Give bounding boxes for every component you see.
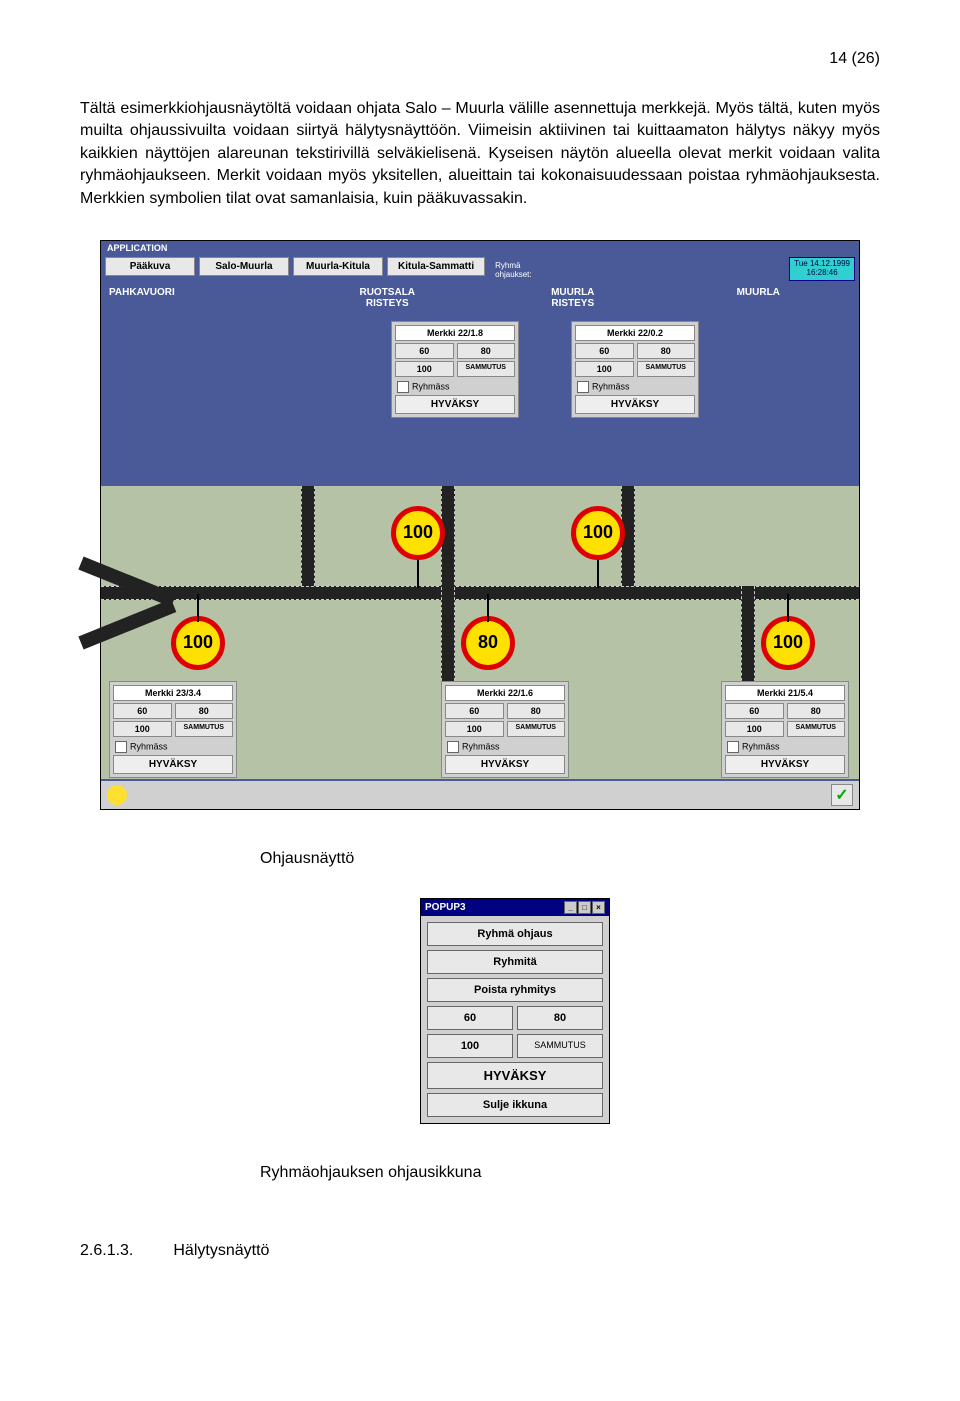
panel-21-5-4: Merkki 21/5.4 6080 100SAMMUTUS Ryhmäss H…	[721, 681, 849, 778]
intersection-road	[441, 486, 455, 696]
panel-23-3-4: Merkki 23/3.4 6080 100SAMMUTUS Ryhmäss H…	[109, 681, 237, 778]
btn-100[interactable]: 100	[725, 721, 784, 737]
panel-22-1-6: Merkki 22/1.6 6080 100SAMMUTUS Ryhmäss H…	[441, 681, 569, 778]
panel-title: Merkki 22/0.2	[575, 325, 695, 341]
section-title: Hälytysnäyttö	[173, 1242, 269, 1260]
loc-pahkavuori: PAHKAVUORI	[109, 287, 295, 309]
btn-hyvaksy[interactable]: HYVÄKSY	[575, 395, 695, 414]
btn-hyvaksy[interactable]: HYVÄKSY	[427, 1062, 603, 1089]
sign-pole	[417, 560, 419, 588]
smiley-icon[interactable]	[107, 785, 127, 805]
app-screenshot: APPLICATION Pääkuva Salo-Muurla Muurla-K…	[100, 240, 860, 810]
panel-title: Merkki 21/5.4	[725, 685, 845, 701]
tab-kitula-sammatti[interactable]: Kitula-Sammatti	[387, 257, 485, 276]
btn-sammutus[interactable]: SAMMUTUS	[637, 361, 696, 377]
btn-100[interactable]: 100	[113, 721, 172, 737]
btn-100[interactable]: 100	[427, 1034, 513, 1058]
sign-pole	[197, 594, 199, 622]
btn-80[interactable]: 80	[457, 343, 516, 359]
body-paragraph: Tältä esimerkkiohjausnäytöltä voidaan oh…	[80, 98, 880, 210]
btn-80[interactable]: 80	[787, 703, 846, 719]
section-number: 2.6.1.3.	[80, 1242, 133, 1260]
diagonal-road	[78, 599, 176, 649]
popup-titlebar: POPUP3 _ □ ×	[421, 899, 609, 916]
panel-title: Merkki 22/1.8	[395, 325, 515, 341]
btn-100[interactable]: 100	[395, 361, 454, 377]
btn-sammutus[interactable]: SAMMUTUS	[457, 361, 516, 377]
btn-60[interactable]: 60	[427, 1006, 513, 1030]
minimize-icon[interactable]: _	[564, 901, 577, 914]
btn-sulje-ikkuna[interactable]: Sulje ikkuna	[427, 1093, 603, 1117]
tab-salo-muurla[interactable]: Salo-Muurla	[199, 257, 289, 276]
btn-ryhma-ohjaus[interactable]: Ryhmä ohjaus	[427, 922, 603, 946]
btn-sammutus[interactable]: SAMMUTUS	[517, 1034, 603, 1058]
btn-sammutus[interactable]: SAMMUTUS	[175, 721, 234, 737]
status-bar: ✓	[101, 781, 859, 809]
panel-title: Merkki 23/3.4	[113, 685, 233, 701]
btn-80[interactable]: 80	[175, 703, 234, 719]
checkbox-ryhmass[interactable]: Ryhmäss	[575, 379, 695, 395]
speed-sign: 100	[391, 506, 445, 560]
btn-60[interactable]: 60	[395, 343, 454, 359]
checkbox-ryhmass[interactable]: Ryhmäss	[445, 739, 565, 755]
checkbox-ryhmass[interactable]: Ryhmäss	[725, 739, 845, 755]
btn-100[interactable]: 100	[575, 361, 634, 377]
btn-80[interactable]: 80	[637, 343, 696, 359]
loc-muurla: MUURLA	[666, 287, 852, 309]
btn-80[interactable]: 80	[507, 703, 566, 719]
btn-60[interactable]: 60	[113, 703, 172, 719]
loc-ruotsala: RUOTSALA RISTEYS	[295, 287, 481, 309]
btn-60[interactable]: 60	[575, 343, 634, 359]
loc-muurla-risteys: MUURLA RISTEYS	[480, 287, 666, 309]
ryhma-label: Ryhmä ohjaukset:	[489, 257, 537, 279]
close-icon[interactable]: ×	[592, 901, 605, 914]
btn-60[interactable]: 60	[445, 703, 504, 719]
speed-sign: 100	[761, 616, 815, 670]
page-number: 14 (26)	[80, 50, 880, 68]
intersection-road	[301, 486, 315, 586]
caption-ohjausnaytto: Ohjausnäyttö	[260, 850, 880, 868]
popup-window: POPUP3 _ □ × Ryhmä ohjaus Ryhmitä Poista…	[420, 898, 610, 1124]
btn-sammutus[interactable]: SAMMUTUS	[507, 721, 566, 737]
btn-hyvaksy[interactable]: HYVÄKSY	[445, 755, 565, 774]
panel-22-1-8: Merkki 22/1.8 6080 100SAMMUTUS Ryhmäss H…	[391, 321, 519, 418]
btn-hyvaksy[interactable]: HYVÄKSY	[395, 395, 515, 414]
sign-pole	[597, 560, 599, 588]
btn-60[interactable]: 60	[725, 703, 784, 719]
tab-paakuva[interactable]: Pääkuva	[105, 257, 195, 276]
btn-100[interactable]: 100	[445, 721, 504, 737]
btn-ryhmita[interactable]: Ryhmitä	[427, 950, 603, 974]
datetime-label: Tue 14.12.1999 16:28:46	[789, 257, 855, 281]
panel-title: Merkki 22/1.6	[445, 685, 565, 701]
speed-sign: 80	[461, 616, 515, 670]
checkmark-button[interactable]: ✓	[831, 784, 853, 806]
maximize-icon[interactable]: □	[578, 901, 591, 914]
tab-muurla-kitula[interactable]: Muurla-Kitula	[293, 257, 383, 276]
sign-pole	[787, 594, 789, 622]
btn-sammutus[interactable]: SAMMUTUS	[787, 721, 846, 737]
app-title: APPLICATION	[101, 241, 859, 255]
btn-poista-ryhmitys[interactable]: Poista ryhmitys	[427, 978, 603, 1002]
checkbox-ryhmass[interactable]: Ryhmäss	[113, 739, 233, 755]
sign-pole	[487, 594, 489, 622]
caption-ryhmaohjaus: Ryhmäohjauksen ohjausikkuna	[260, 1164, 880, 1182]
speed-sign: 100	[171, 616, 225, 670]
location-labels: PAHKAVUORI RUOTSALA RISTEYS MUURLA RISTE…	[101, 283, 859, 313]
intersection-road	[741, 586, 755, 696]
speed-sign: 100	[571, 506, 625, 560]
btn-hyvaksy[interactable]: HYVÄKSY	[113, 755, 233, 774]
btn-80[interactable]: 80	[517, 1006, 603, 1030]
checkbox-ryhmass[interactable]: Ryhmäss	[395, 379, 515, 395]
popup-title: POPUP3	[425, 902, 466, 913]
panel-22-0-2: Merkki 22/0.2 6080 100SAMMUTUS Ryhmäss H…	[571, 321, 699, 418]
section-footer: 2.6.1.3. Hälytysnäyttö	[80, 1242, 880, 1260]
btn-hyvaksy[interactable]: HYVÄKSY	[725, 755, 845, 774]
tab-bar: Pääkuva Salo-Muurla Muurla-Kitula Kitula…	[101, 255, 859, 283]
